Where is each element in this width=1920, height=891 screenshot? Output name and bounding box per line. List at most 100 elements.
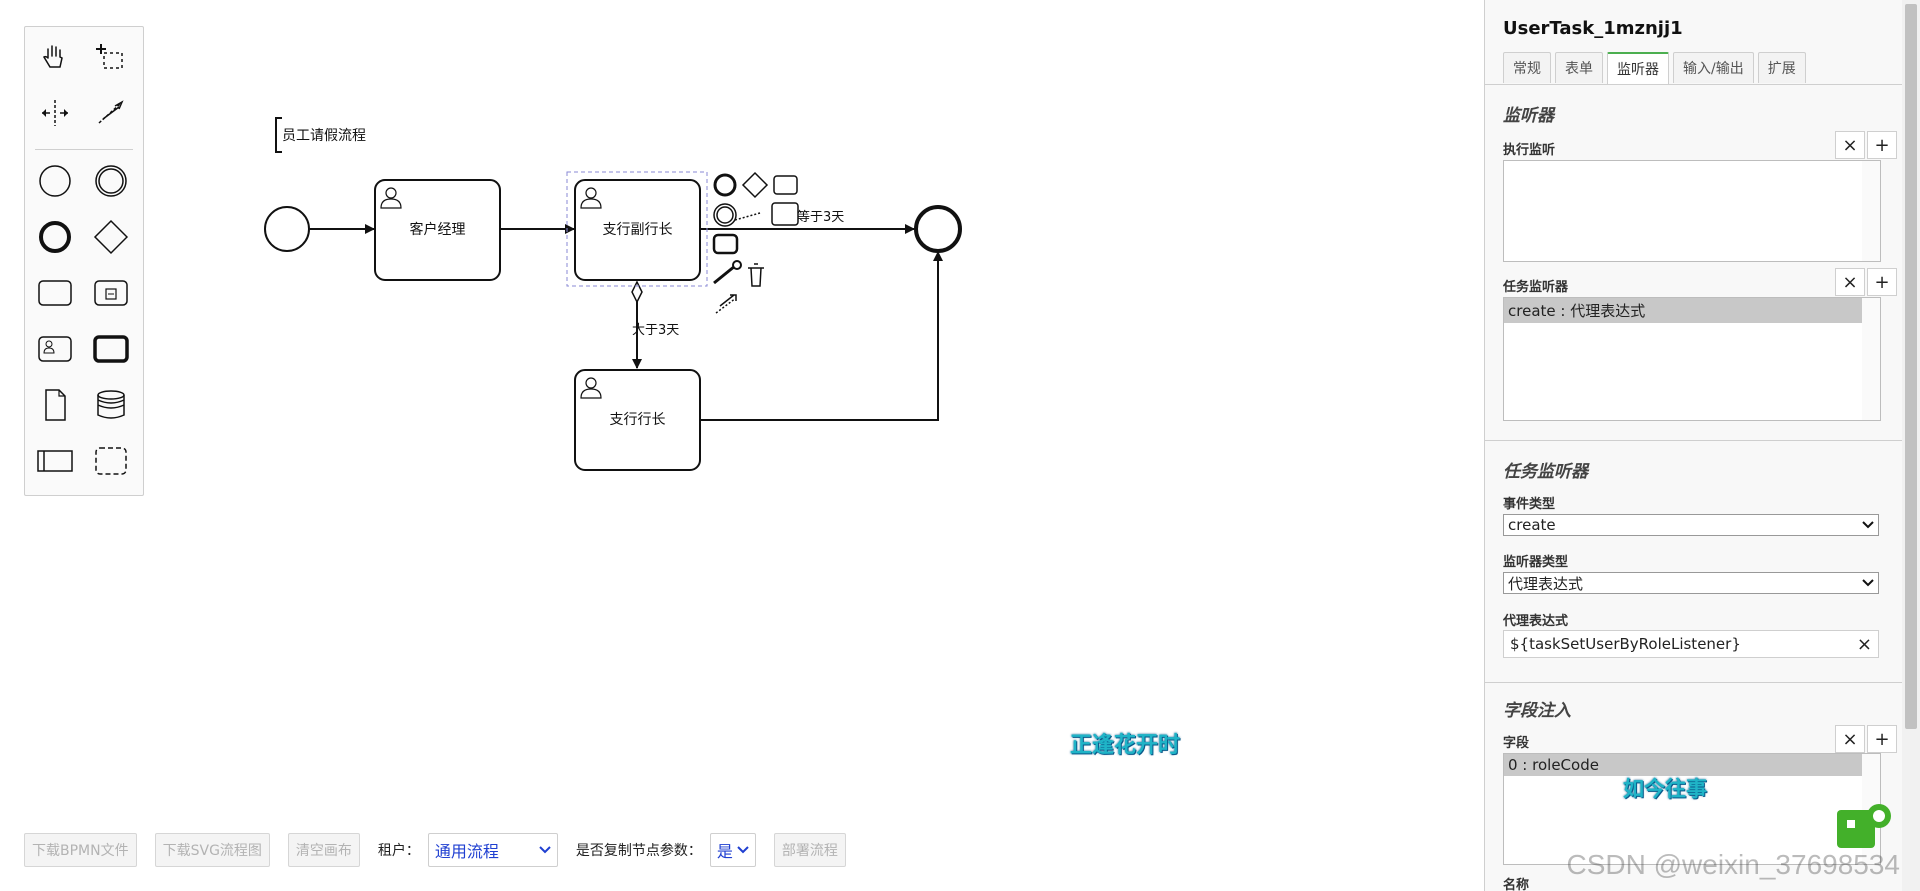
gateway-icon[interactable] (89, 215, 133, 259)
palette-separator (35, 149, 133, 150)
task-listener-list[interactable]: create : 代理表达式 (1503, 297, 1881, 421)
scrollbar[interactable] (1862, 298, 1880, 420)
chevron-down-icon (737, 846, 749, 854)
pad-delete-icon (748, 263, 764, 287)
pad-wrench-icon (713, 264, 736, 285)
task-label: 客户经理 (409, 222, 466, 238)
tab-listeners[interactable]: 监听器 (1607, 52, 1669, 84)
panel-scrollbar-thumb[interactable] (1905, 4, 1917, 729)
flow-label-equal: 等于3天 (797, 210, 845, 225)
clear-task-listener-button[interactable]: × (1835, 268, 1865, 296)
copy-params-select[interactable]: 是 (709, 833, 756, 867)
tab-general[interactable]: 常规 (1503, 52, 1551, 83)
event-type-label: 事件类型 (1503, 497, 1556, 512)
listeners-group-title: 监听器 (1503, 106, 1554, 126)
deploy-button[interactable]: 部署流程 (773, 833, 846, 867)
add-field-button[interactable]: + (1867, 725, 1897, 753)
task-listener-group-title: 任务监听器 (1503, 462, 1588, 482)
end-event[interactable] (914, 205, 962, 253)
csdn-watermark: CSDN @weixin_37698534 (1566, 849, 1901, 880)
tenant-value: 通用流程 (434, 842, 499, 861)
field-injection-group-title: 字段注入 (1503, 701, 1571, 721)
pool-icon[interactable] (33, 439, 77, 483)
subprocess-icon[interactable] (89, 271, 133, 315)
lasso-tool-icon[interactable] (89, 35, 133, 79)
end-event-icon[interactable] (33, 215, 77, 259)
section-divider (1485, 682, 1903, 683)
clear-execution-listener-button[interactable]: × (1835, 131, 1865, 159)
task-listener-actions: × + (1833, 268, 1897, 296)
bpmn-canvas[interactable]: 员工请假流程 客户经理 支行副行长 支行行长 等于3天 大于3天 正逢花开时 (0, 0, 1480, 891)
delegate-expression-value: ${taskSetUserByRoleListener} (1510, 635, 1741, 653)
plugin-logo-icon (1837, 804, 1891, 848)
tenant-label: 租户： (377, 843, 420, 859)
tab-input-output[interactable]: 输入/输出 (1673, 52, 1754, 83)
start-event[interactable] (264, 206, 310, 252)
download-bpmn-button[interactable]: 下载BPMN文件 (24, 833, 137, 867)
pad-end-event-icon (713, 173, 737, 197)
download-svg-button[interactable]: 下载SVG流程图 (154, 833, 270, 867)
group-icon[interactable] (89, 439, 133, 483)
task-listener-label: 任务监听器 (1503, 280, 1569, 295)
flow-label-greater: 大于3天 (632, 323, 680, 338)
chevron-down-icon (1862, 579, 1874, 587)
task-label: 支行副行长 (602, 222, 673, 238)
task-label: 支行行长 (609, 412, 666, 428)
copy-params-value: 是 (716, 842, 733, 861)
tabs-divider (1485, 84, 1903, 85)
pad-gateway-icon (741, 171, 769, 199)
panel-tabs: 常规 表单 监听器 输入/输出 扩展 (1503, 52, 1810, 84)
bottom-toolbar: 下载BPMN文件 下载SVG流程图 清空画布 租户： 通用流程 是否复制节点参数… (24, 833, 864, 867)
execution-listener-label: 执行监听 (1503, 143, 1556, 158)
chevron-down-icon (1862, 521, 1874, 529)
pad-connect-icon (715, 297, 737, 314)
diagram-svg (264, 117, 962, 471)
data-object-icon[interactable] (33, 383, 77, 427)
chevron-down-icon (539, 846, 551, 854)
space-tool-icon[interactable] (33, 91, 77, 135)
intermediate-event-icon[interactable] (89, 159, 133, 203)
clear-input-icon[interactable]: × (1857, 634, 1872, 655)
pad-call-activity-icon (712, 233, 739, 255)
add-task-listener-button[interactable]: + (1867, 268, 1897, 296)
start-event-icon[interactable] (33, 159, 77, 203)
process-title: 员工请假流程 (282, 128, 366, 144)
listener-type-label: 监听器类型 (1503, 555, 1569, 570)
copy-params-label: 是否复制节点参数： (575, 843, 702, 859)
user-task-icon[interactable] (33, 327, 77, 371)
pad-append-icon (771, 202, 799, 226)
tenant-select[interactable]: 通用流程 (427, 833, 558, 867)
task-listener-selected[interactable]: create : 代理表达式 (1504, 298, 1862, 323)
name-label: 名称 (1503, 878, 1530, 891)
scrollbar[interactable] (1862, 161, 1880, 261)
delegate-expression-label: 代理表达式 (1503, 614, 1569, 629)
properties-panel: UserTask_1mznjj1 常规 表单 监听器 输入/输出 扩展 监听器 … (1484, 0, 1903, 891)
pad-task-icon (773, 175, 798, 195)
watermark-text: 正逢花开时 (1070, 733, 1181, 758)
task-icon[interactable] (33, 271, 77, 315)
section-divider (1485, 440, 1903, 441)
fields-actions: × + (1833, 725, 1897, 753)
execution-listener-actions: × + (1833, 131, 1897, 159)
listener-type-select[interactable]: 代理表达式 (1503, 572, 1879, 594)
add-execution-listener-button[interactable]: + (1867, 131, 1897, 159)
listener-type-value: 代理表达式 (1508, 574, 1584, 593)
fields-label: 字段 (1503, 736, 1530, 751)
sequence-flow (700, 251, 943, 421)
hand-tool-icon[interactable] (33, 35, 77, 79)
clear-field-button[interactable]: × (1835, 725, 1865, 753)
event-type-value: create (1508, 516, 1556, 534)
data-store-icon[interactable] (89, 383, 133, 427)
global-connect-icon[interactable] (89, 91, 133, 135)
watermark-text: 如今往事 (1623, 777, 1707, 801)
tab-extensions[interactable]: 扩展 (1757, 52, 1806, 83)
event-type-select[interactable]: create (1503, 514, 1879, 536)
default-flow-diamond (631, 280, 643, 304)
delegate-expression-input[interactable]: ${taskSetUserByRoleListener} × (1503, 630, 1879, 658)
clear-canvas-button[interactable]: 清空画布 (287, 833, 360, 867)
panel-title: UserTask_1mznjj1 (1503, 18, 1683, 39)
execution-listener-list[interactable] (1503, 160, 1881, 262)
call-activity-icon[interactable] (89, 327, 133, 371)
tab-form[interactable]: 表单 (1555, 52, 1603, 83)
context-pad (712, 171, 799, 314)
